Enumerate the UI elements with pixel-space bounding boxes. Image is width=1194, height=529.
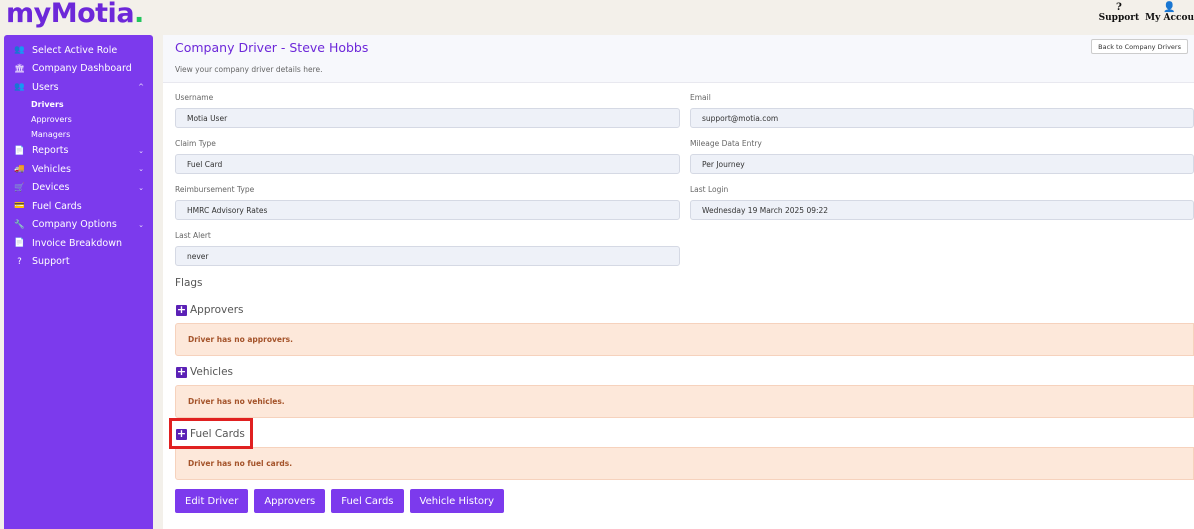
email-field[interactable]: support@motia.com <box>690 108 1194 128</box>
my-account-label: My Accou <box>1145 13 1194 23</box>
sidebar-subitem-drivers[interactable]: Drivers <box>4 97 153 112</box>
last-alert-label: Last Alert <box>175 231 211 240</box>
users-icon: 👥 <box>14 82 25 93</box>
sidebar-item-label: Fuel Cards <box>32 200 82 212</box>
sidebar-item-vehicles[interactable]: 🚚 Vehicles ⌄ <box>4 160 153 179</box>
approvers-section-toggle[interactable]: + Approvers <box>176 304 243 316</box>
sidebar-subitem-managers[interactable]: Managers <box>4 127 153 142</box>
sidebar-item-label: Vehicles <box>32 163 71 175</box>
plus-icon: + <box>176 364 187 378</box>
email-label: Email <box>690 93 711 102</box>
sidebar-item-label: Reports <box>32 145 69 157</box>
action-buttons: Edit Driver Approvers Fuel Cards Vehicle… <box>175 489 505 513</box>
sidebar-item-invoice-breakdown[interactable]: 📄 Invoice Breakdown <box>4 234 153 253</box>
fuel-cards-section-title: Fuel Cards <box>190 428 245 440</box>
top-nav: ? Support 👤 My Accou <box>1099 2 1194 23</box>
sidebar-item-label: Company Dashboard <box>32 63 132 75</box>
approvers-alert: Driver has no approvers. <box>175 323 1194 356</box>
page-header: Company Driver - Steve Hobbs View your c… <box>163 35 1194 83</box>
flags-heading: Flags <box>175 277 203 289</box>
sidebar-item-label: Company Options <box>32 219 117 231</box>
users-icon: 👥 <box>14 45 25 56</box>
my-account-link[interactable]: 👤 My Accou <box>1145 2 1194 23</box>
sidebar-item-label: Invoice Breakdown <box>32 237 122 249</box>
chevron-up-icon: ^ <box>138 83 144 92</box>
sidebar-item-support[interactable]: ? Support <box>4 253 153 272</box>
fuel-cards-alert: Driver has no fuel cards. <box>175 447 1194 480</box>
plus-icon: + <box>176 302 187 316</box>
mileage-data-entry-label: Mileage Data Entry <box>690 139 762 148</box>
sidebar-item-company-options[interactable]: 🔧 Company Options ⌄ <box>4 216 153 235</box>
last-login-field[interactable]: Wednesday 19 March 2025 09:22 <box>690 200 1194 220</box>
user-icon: 👤 <box>1163 2 1176 13</box>
sidebar-item-label: Users <box>32 81 59 93</box>
fuel-cards-button[interactable]: Fuel Cards <box>331 489 404 513</box>
plus-icon: + <box>176 426 187 440</box>
vehicles-section-toggle[interactable]: + Vehicles <box>176 366 233 378</box>
mileage-data-entry-field[interactable]: Per Journey <box>690 154 1194 174</box>
claim-type-field[interactable]: Fuel Card <box>175 154 680 174</box>
username-label: Username <box>175 93 214 102</box>
sidebar-item-devices[interactable]: 🛒 Devices ⌄ <box>4 179 153 198</box>
page-subtitle: View your company driver details here. <box>175 65 323 74</box>
vehicles-section-title: Vehicles <box>190 366 234 378</box>
approvers-button[interactable]: Approvers <box>254 489 326 513</box>
reimbursement-type-label: Reimbursement Type <box>175 185 255 194</box>
chevron-down-icon: ⌄ <box>138 220 144 229</box>
last-login-label: Last Login <box>690 185 729 194</box>
main-content: Company Driver - Steve Hobbs View your c… <box>163 35 1194 529</box>
building-icon: 🏛 <box>14 63 25 74</box>
approvers-section-title: Approvers <box>190 304 244 316</box>
chevron-down-icon: ⌄ <box>138 165 144 174</box>
sidebar-item-fuel-cards[interactable]: 💳 Fuel Cards <box>4 197 153 216</box>
sidebar-item-users[interactable]: 👥 Users ^ <box>4 78 153 97</box>
brand-logo[interactable]: myMotia. <box>6 0 144 29</box>
chevron-down-icon: ⌄ <box>138 146 144 155</box>
back-to-company-drivers-button[interactable]: Back to Company Drivers <box>1091 39 1188 54</box>
question-icon: ? <box>1115 2 1122 13</box>
question-icon: ? <box>17 256 22 267</box>
sidebar-subitem-approvers[interactable]: Approvers <box>4 112 153 127</box>
last-alert-field[interactable]: never <box>175 246 680 266</box>
sidebar-item-label: Support <box>32 256 70 268</box>
sidebar-item-label: Select Active Role <box>32 44 118 56</box>
page-title: Company Driver - Steve Hobbs <box>175 40 369 55</box>
support-link[interactable]: ? Support <box>1099 2 1140 23</box>
wrench-icon: 🔧 <box>14 219 25 230</box>
edit-driver-button[interactable]: Edit Driver <box>175 489 249 513</box>
document-icon: 📄 <box>14 238 25 249</box>
sidebar-item-label: Devices <box>32 182 70 194</box>
cart-icon: 🛒 <box>14 182 25 193</box>
vehicles-alert: Driver has no vehicles. <box>175 385 1194 418</box>
sidebar-item-select-active-role[interactable]: 👥 Select Active Role <box>4 41 153 60</box>
vehicle-history-button[interactable]: Vehicle History <box>409 489 505 513</box>
support-label: Support <box>1098 13 1140 23</box>
top-bar: myMotia. ? Support 👤 My Accou <box>0 0 1194 34</box>
sidebar-item-company-dashboard[interactable]: 🏛 Company Dashboard <box>4 60 153 79</box>
chevron-down-icon: ⌄ <box>138 183 144 192</box>
fuel-cards-section-toggle[interactable]: + Fuel Cards <box>176 428 245 440</box>
sidebar: 👥 Select Active Role 🏛 Company Dashboard… <box>4 35 153 529</box>
claim-type-label: Claim Type <box>175 139 216 148</box>
document-icon: 📄 <box>14 145 25 156</box>
username-field[interactable]: Motia User <box>175 108 680 128</box>
reimbursement-type-field[interactable]: HMRC Advisory Rates <box>175 200 680 220</box>
truck-icon: 🚚 <box>14 164 25 175</box>
sidebar-item-reports[interactable]: 📄 Reports ⌄ <box>4 142 153 161</box>
credit-card-icon: 💳 <box>14 201 25 212</box>
